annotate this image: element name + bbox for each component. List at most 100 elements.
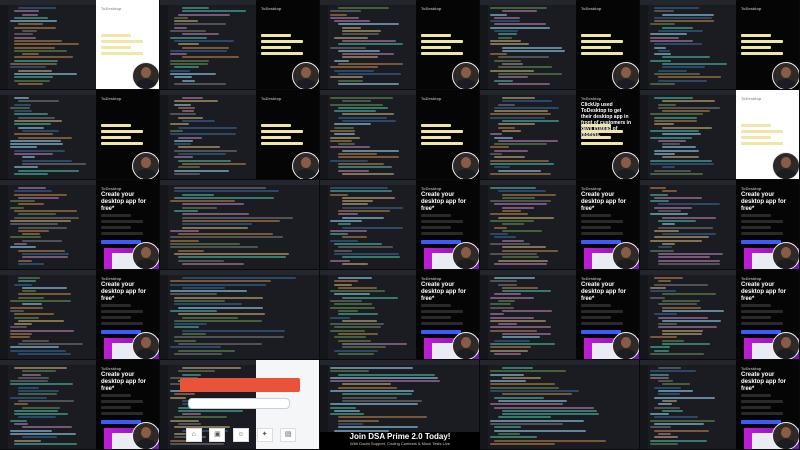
preview-headline: Create your desktop app for free* <box>421 282 467 302</box>
editor-gutter <box>320 5 328 89</box>
code-line <box>334 243 383 246</box>
code-line <box>658 403 673 406</box>
highlighted-feature <box>101 220 143 223</box>
code-line <box>22 53 39 56</box>
code-line <box>170 123 190 126</box>
code-line <box>498 169 542 172</box>
editor-gutter <box>160 365 168 449</box>
code-line <box>174 300 226 303</box>
preview-logo: ToDesktop <box>581 96 602 101</box>
code-line <box>490 69 534 72</box>
code-line <box>494 166 510 169</box>
code-line <box>650 59 672 62</box>
code-line <box>18 126 44 129</box>
code-line <box>342 30 381 33</box>
highlighted-feature <box>741 214 771 217</box>
code-line <box>654 16 713 19</box>
highlighted-feature <box>581 46 611 49</box>
code-line <box>658 203 720 206</box>
download-button[interactable] <box>101 240 141 244</box>
editor-gutter <box>320 185 328 269</box>
editor-tabbar <box>480 360 639 365</box>
frame-18: ToDesktop Create your desktop app for fre… <box>320 270 480 360</box>
code-line <box>658 139 686 142</box>
code-lines <box>10 367 92 446</box>
code-line <box>490 159 549 162</box>
download-button[interactable] <box>581 330 621 334</box>
code-line <box>490 172 552 175</box>
download-button[interactable] <box>421 330 461 334</box>
code-line <box>654 229 680 232</box>
gift-icon[interactable]: ✦ <box>256 428 273 442</box>
highlighted-feature <box>101 226 131 229</box>
code-line <box>338 7 389 9</box>
highlighted-feature <box>101 34 131 37</box>
preview-logo: ToDesktop <box>741 186 762 191</box>
code-line <box>334 123 372 126</box>
code-line <box>502 229 543 232</box>
store-icon[interactable]: ▤ <box>280 428 297 442</box>
code-line <box>170 309 217 312</box>
code-line <box>174 156 194 159</box>
code-editor <box>320 180 416 269</box>
home-icon[interactable]: ⌂ <box>185 428 202 442</box>
code-line <box>502 206 534 209</box>
code-line <box>658 210 681 213</box>
frame-1: ToDesktop <box>0 0 160 90</box>
code-line <box>338 419 380 422</box>
code-line <box>338 169 370 172</box>
code-line <box>22 156 36 159</box>
code-line <box>502 49 565 52</box>
download-button[interactable] <box>741 240 781 244</box>
code-line <box>14 33 33 36</box>
code-line <box>654 123 674 126</box>
download-button[interactable] <box>101 420 141 424</box>
code-line <box>502 336 541 339</box>
code-line <box>182 219 281 222</box>
code-line <box>338 223 351 226</box>
editor-gutter <box>480 185 488 269</box>
download-button[interactable] <box>581 240 621 244</box>
code-line <box>174 190 280 193</box>
preview-headline: Create your desktop app for free* <box>741 372 787 392</box>
highlighted-feature <box>101 406 131 409</box>
code-line <box>490 329 537 332</box>
code-line <box>14 149 65 152</box>
highlighted-feature <box>581 130 623 133</box>
code-lines <box>650 7 732 86</box>
code-line <box>182 223 253 226</box>
code-line <box>494 396 544 399</box>
code-line <box>18 249 66 252</box>
code-line <box>10 219 72 222</box>
code-line <box>658 259 720 262</box>
presenter-avatar <box>452 242 479 269</box>
code-line <box>174 336 285 339</box>
bag-icon[interactable]: ▣ <box>209 428 226 442</box>
code-line <box>650 187 667 189</box>
code-line <box>342 53 395 56</box>
code-line <box>662 100 715 103</box>
code-line <box>662 342 710 345</box>
code-editor <box>160 270 319 359</box>
download-button[interactable] <box>421 240 461 244</box>
frame-6: ToDesktop <box>0 90 160 180</box>
download-button[interactable] <box>101 330 141 334</box>
code-line <box>494 426 522 429</box>
code-line <box>490 39 521 42</box>
promo-banner-site <box>180 378 300 392</box>
code-line <box>170 239 199 242</box>
download-button[interactable] <box>741 330 781 334</box>
highlighted-feature <box>741 34 771 37</box>
code-line <box>22 339 50 342</box>
code-line <box>182 203 245 206</box>
code-line <box>10 146 38 149</box>
site-search-bar[interactable] <box>188 398 290 409</box>
code-line <box>662 166 676 169</box>
code-line <box>22 239 62 242</box>
user-icon[interactable]: ☺ <box>232 428 249 442</box>
code-line <box>490 436 538 439</box>
code-line <box>494 149 528 152</box>
code-line <box>22 286 67 289</box>
download-button[interactable] <box>741 420 781 424</box>
highlighted-feature <box>261 124 291 127</box>
